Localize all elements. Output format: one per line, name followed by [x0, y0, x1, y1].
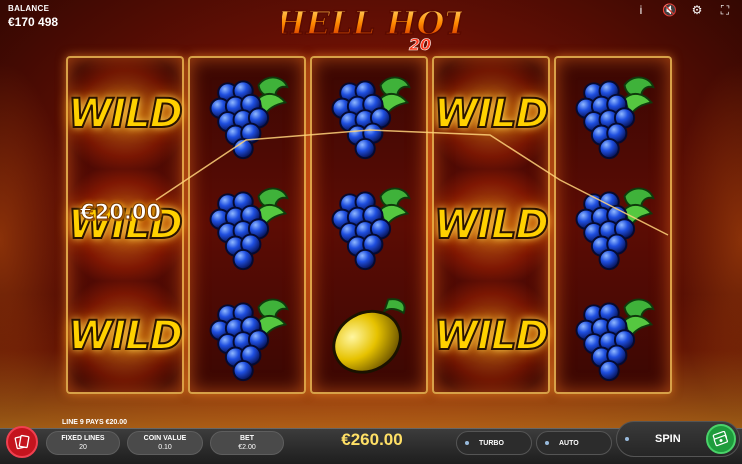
balance-value: €170 498 [8, 15, 59, 29]
wild-symbol: WILD [67, 312, 184, 360]
settings-icon[interactable]: ⚙ [690, 3, 704, 18]
reel-cell-lemon [312, 281, 426, 392]
reel-cell-wild: WILD [67, 280, 184, 392]
reel-grid: WILD WILD WILD WILD WILD WILD [66, 56, 672, 394]
grapes-icon [575, 187, 655, 271]
auto-indicator [545, 441, 549, 445]
grapes-icon [575, 298, 655, 382]
wild-symbol: WILD [433, 312, 550, 360]
bet-value: €2.00 [238, 444, 256, 451]
coin-value-selector[interactable]: COIN VALUE 0.10 [127, 431, 203, 455]
fixed-lines-label: FIXED LINES [61, 435, 105, 442]
fixed-lines-display: FIXED LINES 20 [46, 431, 120, 455]
grapes-icon [209, 187, 289, 271]
grapes-icon [209, 298, 289, 382]
wild-symbol: WILD [433, 201, 550, 249]
grapes-icon [209, 76, 289, 159]
auto-label: AUTO [559, 439, 579, 447]
reel-cell-grapes [190, 281, 304, 392]
bet-selector[interactable]: BET €2.00 [210, 431, 284, 455]
spin-button[interactable]: SPIN [616, 421, 740, 457]
reel-cell-grapes [556, 169, 670, 280]
sound-icon[interactable]: 🔇 [662, 3, 677, 18]
spin-label: SPIN [655, 433, 681, 445]
turbo-toggle[interactable]: TURBO [456, 431, 532, 455]
top-controls: i 🔇 ⚙ ⛶ [634, 3, 732, 18]
bet-label: BET [240, 435, 254, 442]
reel-1: WILD WILD WILD [66, 56, 184, 394]
reel-3 [310, 56, 428, 394]
money-stack-icon[interactable] [706, 424, 736, 454]
grapes-icon [331, 187, 411, 271]
auto-toggle[interactable]: AUTO [536, 431, 612, 455]
line-pays-info: LINE 9 PAYS €20.00 [62, 419, 127, 426]
cards-icon [14, 434, 30, 450]
logo-number: 20 [409, 35, 431, 54]
game-logo: HELL HOT 20 [274, 2, 471, 54]
reel-cell-grapes [312, 58, 426, 169]
left-glow [0, 60, 70, 420]
line-win-amount: €20.00 [79, 200, 162, 225]
coin-value-value: 0.10 [158, 444, 172, 451]
grapes-icon [331, 76, 411, 159]
reel-2 [188, 56, 306, 394]
total-win-display: €260.00 [341, 430, 403, 449]
coin-value-label: COIN VALUE [143, 435, 187, 442]
reel-4: WILD WILD WILD [432, 56, 550, 394]
reel-cell-grapes [312, 169, 426, 280]
spin-indicator [625, 437, 629, 441]
info-icon[interactable]: i [634, 3, 648, 18]
grapes-icon [575, 76, 655, 159]
reel-cell-wild: WILD [67, 169, 184, 281]
balance-label: BALANCE [8, 4, 50, 13]
reel-cell-wild: WILD [433, 280, 550, 392]
balance-display: BALANCE €170 498 [8, 4, 58, 29]
wild-symbol: WILD [433, 90, 550, 138]
wild-symbol: WILD [67, 90, 184, 138]
lemon-icon [332, 298, 406, 374]
turbo-indicator [465, 441, 469, 445]
reel-cell-grapes [190, 58, 304, 169]
reel-cell-grapes [556, 58, 670, 169]
fullscreen-icon[interactable]: ⛶ [718, 3, 732, 18]
reel-5 [554, 56, 672, 394]
reel-cell-wild: WILD [433, 58, 550, 170]
reel-cell-grapes [556, 281, 670, 392]
logo-title: HELL HOT [282, 4, 462, 42]
reel-cell-grapes [190, 169, 304, 280]
fixed-lines-value: 20 [79, 444, 87, 451]
reel-cell-wild: WILD [67, 58, 184, 170]
right-glow [672, 60, 742, 420]
turbo-label: TURBO [479, 439, 504, 447]
reel-cell-wild: WILD [433, 169, 550, 281]
gamble-button[interactable] [6, 426, 38, 458]
